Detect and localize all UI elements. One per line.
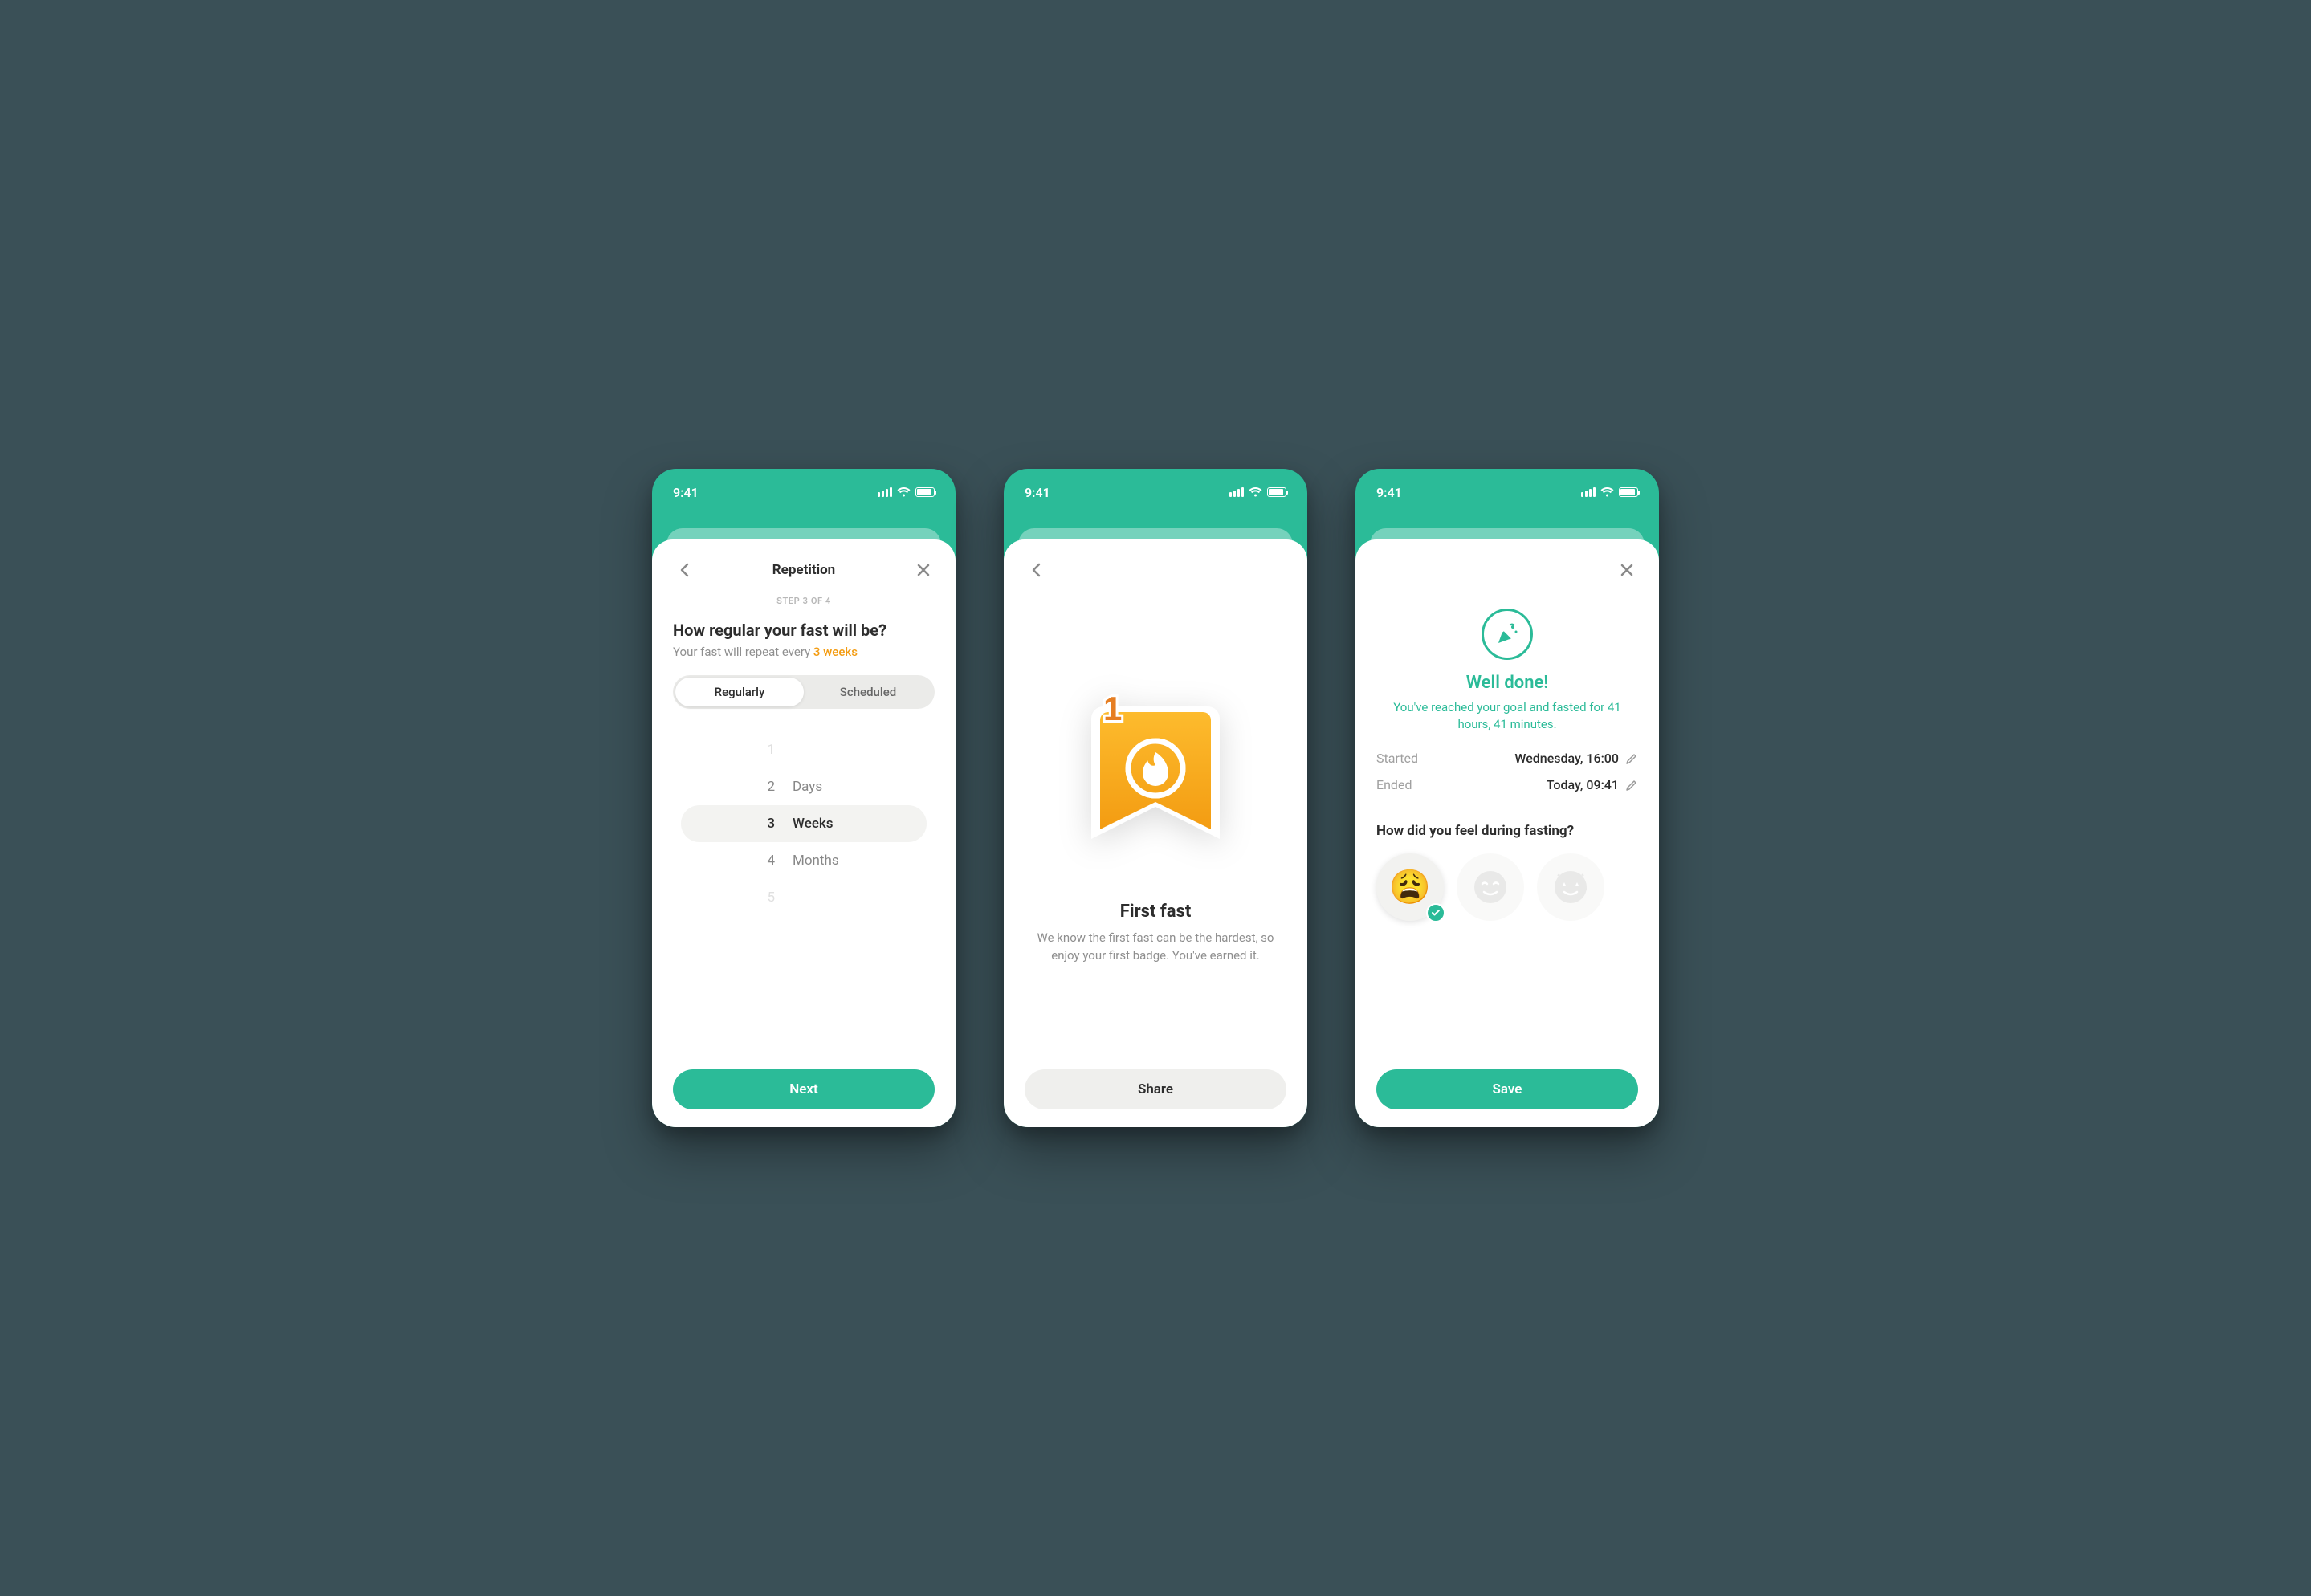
welldone-subtitle: You've reached your goal and fasted for … [1376, 699, 1638, 733]
close-button[interactable] [912, 559, 935, 581]
back-button[interactable] [1025, 559, 1047, 581]
mode-segment: Regularly Scheduled [673, 675, 935, 709]
started-value: Wednesday, 16:00 [1514, 751, 1619, 766]
welldone-title: Well done! [1376, 673, 1638, 693]
phone-screen-repetition: 9:41 Repetition STEP 3 OF 4 How regular … [652, 469, 956, 1127]
weary-face-icon: 😩 [1389, 868, 1431, 907]
interval-picker[interactable]: 1 2Days 3Weeks 4Months 5 [673, 731, 935, 916]
status-bar: 9:41 [1355, 469, 1659, 515]
status-indicators [1581, 487, 1638, 497]
status-time: 9:41 [1025, 485, 1050, 500]
status-bar: 9:41 [652, 469, 956, 515]
ended-row: Ended Today, 09:41 [1376, 777, 1638, 792]
cellular-icon [878, 487, 892, 497]
save-button[interactable]: Save [1376, 1069, 1638, 1109]
next-button[interactable]: Next [673, 1069, 935, 1109]
achievement-badge: 1 [1079, 694, 1232, 879]
battery-icon [1267, 487, 1286, 497]
ended-label: Ended [1376, 777, 1412, 792]
badge-title: First fast [1120, 902, 1192, 922]
chevron-left-icon [1032, 563, 1041, 577]
back-button[interactable] [673, 559, 695, 581]
started-row: Started Wednesday, 16:00 [1376, 751, 1638, 766]
phone-screen-badge: 9:41 [1004, 469, 1307, 1127]
wifi-icon [1600, 487, 1614, 497]
edit-icon[interactable] [1625, 752, 1638, 765]
mood-calm[interactable] [1457, 853, 1524, 921]
close-icon [917, 564, 930, 576]
status-indicators [1229, 487, 1286, 497]
share-button[interactable]: Share [1025, 1069, 1286, 1109]
phone-screen-complete: 9:41 [1355, 469, 1659, 1127]
status-bar: 9:41 [1004, 469, 1307, 515]
question-subtitle: Your fast will repeat every 3 weeks [673, 645, 935, 659]
battery-icon [1619, 487, 1638, 497]
cellular-icon [1581, 487, 1596, 497]
step-indicator: STEP 3 OF 4 [673, 596, 935, 606]
wifi-icon [1249, 487, 1262, 497]
segment-scheduled[interactable]: Scheduled [804, 678, 932, 706]
battery-icon [915, 487, 935, 497]
started-label: Started [1376, 751, 1418, 766]
repeat-value: 3 weeks [813, 645, 858, 659]
status-indicators [878, 487, 935, 497]
question-title: How regular your fast will be? [673, 621, 935, 640]
check-icon [1426, 903, 1445, 922]
feel-question: How did you feel during fasting? [1376, 823, 1638, 839]
segment-regularly[interactable]: Regularly [675, 678, 804, 706]
picker-selected-row: 3Weeks [681, 805, 927, 842]
chevron-left-icon [680, 563, 689, 577]
wifi-icon [897, 487, 911, 497]
celebration-icon [1482, 609, 1533, 660]
close-icon [1620, 564, 1633, 576]
mood-tired[interactable]: 😩 [1376, 853, 1444, 921]
ended-value: Today, 09:41 [1547, 777, 1619, 792]
status-time: 9:41 [673, 485, 699, 500]
sheet-title: Repetition [772, 562, 835, 578]
mood-energized[interactable] [1537, 853, 1604, 921]
starstruck-face-icon [1551, 868, 1590, 906]
edit-icon[interactable] [1625, 779, 1638, 792]
svg-text:1: 1 [1103, 694, 1122, 727]
badge-number-icon: 1 [1103, 694, 1122, 727]
relieved-face-icon [1471, 868, 1510, 906]
mood-selector: 😩 [1376, 853, 1638, 921]
close-button[interactable] [1616, 559, 1638, 581]
status-time: 9:41 [1376, 485, 1402, 500]
badge-description: We know the first fast can be the hardes… [1025, 930, 1286, 965]
cellular-icon [1229, 487, 1244, 497]
